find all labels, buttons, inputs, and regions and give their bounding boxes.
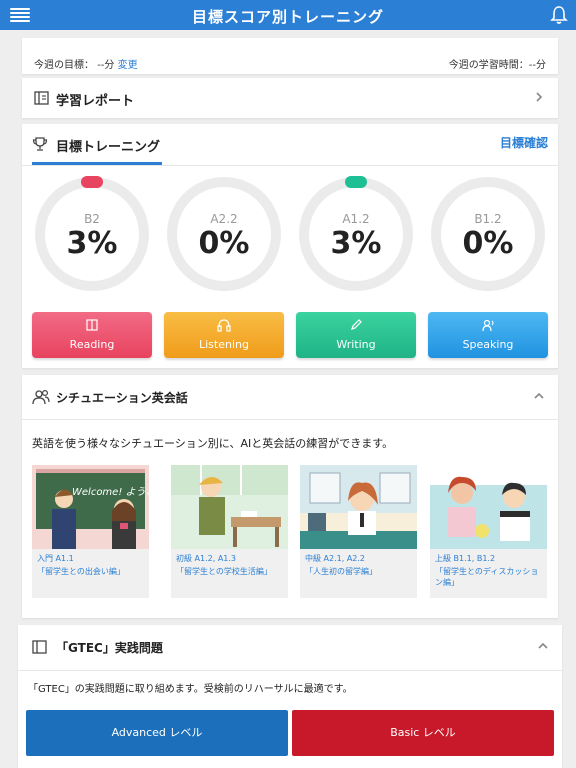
progress-ring: A2.2 0% [166, 176, 282, 292]
ring-level-label: B2 [84, 212, 100, 226]
writing-button[interactable]: Writing [296, 312, 416, 358]
ring-percent: 3% [330, 226, 382, 261]
study-report-title: 学習レポート [56, 94, 135, 109]
gtec-practice-card: 「GTEC」実践問題 「GTEC」の実践問題に取り組めます。受検前のリハーサルに… [18, 625, 562, 768]
card-level: 入門 A1.1 [37, 554, 74, 563]
weekly-study-time: 今週の学習時間：--分 [448, 60, 546, 71]
divider [22, 419, 558, 420]
ring-percent: 0% [198, 226, 250, 261]
skill-label: Listening [199, 338, 249, 351]
situation-english-title: シチュエーション英会話 [56, 391, 188, 405]
situation-english-card: シチュエーション英会話 英語を使う様々なシチュエーション別に、AIと英会話の練習… [22, 375, 558, 618]
ring-percent: 3% [66, 226, 118, 261]
skill-label: Reading [69, 338, 115, 351]
weekly-goal-bar: 今週の目標： --分 変更 今週の学習時間：--分 [22, 38, 558, 74]
discussion-illustration [430, 465, 547, 549]
weekly-goal-label: 今週の目標： [34, 60, 94, 71]
progress-ring: B2 3% [34, 176, 150, 292]
speaking-icon [482, 319, 494, 332]
headphones-icon [217, 319, 231, 332]
weekly-goal: 今週の目標： --分 変更 [34, 56, 138, 71]
situation-card-elementary[interactable]: 初級 A1.2, A1.3 「留学生との学校生活編」 [171, 465, 288, 598]
ring-level-label: A2.2 [210, 212, 238, 226]
target-training-title: 目標トレーニング [56, 140, 161, 155]
app-header: 目標スコア別トレーニング [0, 0, 576, 30]
trophy-icon [32, 137, 48, 151]
book-icon [86, 319, 98, 331]
card-title: 「留学生とのディスカッション編」 [435, 567, 539, 587]
goal-check-link[interactable]: 目標確認 [500, 134, 548, 151]
card-title: 「留学生との出会い編」 [37, 567, 125, 576]
ring-percent: 0% [462, 226, 514, 261]
first-study-abroad-illustration [300, 465, 417, 549]
skill-label: Writing [336, 338, 376, 351]
ring-level-label: A1.2 [342, 212, 370, 226]
situation-card-intermediate[interactable]: 中級 A2.1, A2.2 「人生初の留学編」 [300, 465, 417, 598]
ring-level-label: B1.2 [474, 212, 502, 226]
pencil-icon [351, 319, 362, 330]
gtec-title: 「GTEC」実践問題 [56, 641, 163, 655]
divider [22, 165, 558, 166]
welcome-text: Welcome! ようこそ! [72, 487, 149, 498]
weekly-goal-value: --分 [97, 60, 115, 71]
classroom-welcome-illustration: Welcome! ようこそ! [32, 465, 149, 549]
target-training-card: 目標トレーニング 目標確認 B2 3% A2.2 0% A1.2 3% B1.2 0% Rea… [22, 124, 558, 368]
study-report-row[interactable]: 学習レポート [22, 78, 558, 118]
basic-level-button[interactable]: Basic レベル [292, 710, 554, 756]
progress-ring: A1.2 3% [298, 176, 414, 292]
chevron-up-icon[interactable] [538, 641, 548, 651]
chevron-right-icon [536, 92, 543, 102]
card-title: 「留学生との学校生活編」 [176, 567, 272, 576]
chevron-up-icon[interactable] [534, 391, 544, 401]
advanced-level-button[interactable]: Advanced レベル [26, 710, 288, 756]
bell-icon[interactable] [550, 5, 568, 25]
gtec-description: 「GTEC」の実践問題に取り組めます。受検前のリハーサルに最適です。 [28, 684, 353, 695]
reading-button[interactable]: Reading [32, 312, 152, 358]
situation-card-advanced[interactable]: 上級 B1.1, B1.2 「留学生とのディスカッション編」 [430, 465, 547, 598]
progress-ring: B1.2 0% [430, 176, 546, 292]
progress-indicator [81, 176, 103, 188]
card-level: 上級 B1.1, B1.2 [435, 554, 496, 563]
report-book-icon [34, 91, 49, 105]
listening-button[interactable]: Listening [164, 312, 284, 358]
situation-description: 英語を使う様々なシチュエーション別に、AIと英会話の練習ができます。 [32, 437, 394, 450]
book-icon [32, 640, 47, 654]
card-level: 中級 A2.1, A2.2 [305, 554, 366, 563]
divider [18, 670, 562, 671]
skill-label: Speaking [462, 338, 514, 351]
card-level: 初級 A1.2, A1.3 [176, 554, 237, 563]
speaking-button[interactable]: Speaking [428, 312, 548, 358]
progress-indicator [345, 176, 367, 188]
situation-card-beginner[interactable]: Welcome! ようこそ! 入門 A1.1 「留学生との出会い編」 [32, 465, 149, 598]
people-icon [32, 389, 50, 405]
card-title: 「人生初の留学編」 [305, 567, 377, 576]
change-goal-link[interactable]: 変更 [118, 60, 138, 71]
app-title: 目標スコア別トレーニング [191, 8, 384, 26]
school-life-illustration [171, 465, 288, 549]
